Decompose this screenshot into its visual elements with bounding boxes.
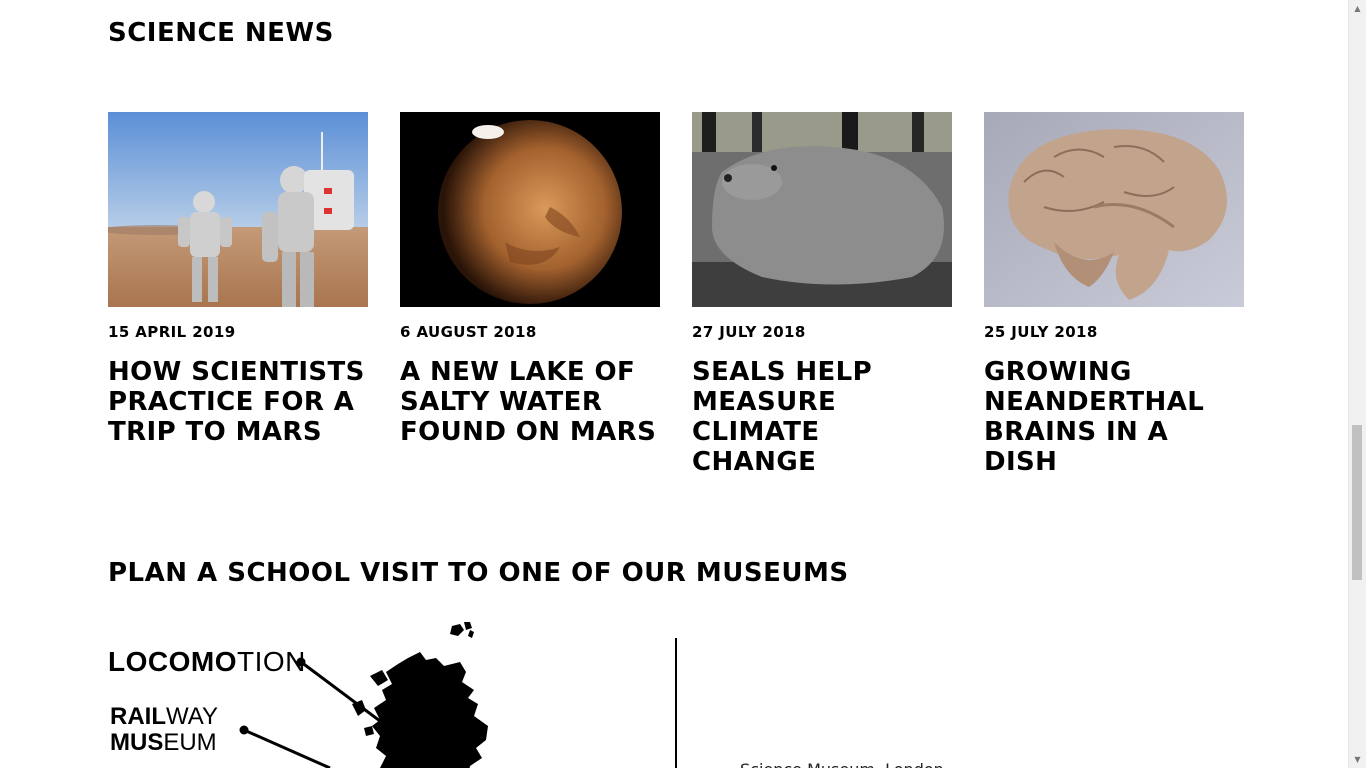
seal-image[interactable] xyxy=(692,112,952,307)
locomotion-light: TION xyxy=(237,646,306,677)
museum-bold: MUS xyxy=(110,729,164,756)
page-scrollbar[interactable]: ▲ ▼ xyxy=(1348,0,1366,768)
brain-illustration xyxy=(984,112,1244,307)
news-date: 6 AUGUST 2018 xyxy=(400,323,537,341)
section-divider xyxy=(675,638,677,768)
railway-bold: RAIL xyxy=(110,703,166,730)
news-headline[interactable]: GROWING NEANDERTHAL BRAINS IN A DISH xyxy=(984,357,1244,477)
seal-illustration xyxy=(692,112,952,307)
news-headline[interactable]: SEALS HELP MEASURE CLIMATE CHANGE xyxy=(692,357,952,477)
railway-museum-logo[interactable]: RAILWAY MUSEUM xyxy=(110,704,218,756)
science-news-title: SCIENCE NEWS xyxy=(108,18,334,48)
scrollbar-thumb[interactable] xyxy=(1352,425,1362,580)
news-card[interactable]: 6 AUGUST 2018 A NEW LAKE OF SALTY WATER … xyxy=(400,112,660,447)
brain-image[interactable] xyxy=(984,112,1244,307)
mars-image[interactable] xyxy=(400,112,660,307)
news-date: 25 JULY 2018 xyxy=(984,323,1098,341)
news-date: 15 APRIL 2019 xyxy=(108,323,236,341)
news-headline[interactable]: HOW SCIENTISTS PRACTICE FOR A TRIP TO MA… xyxy=(108,357,368,447)
locomotion-bold: LOCOMO xyxy=(108,646,237,677)
page: SCIENCE NEWS 15 APRIL 2019 HOW SCIENTIST… xyxy=(0,0,1366,768)
news-headline[interactable]: A NEW LAKE OF SALTY WATER FOUND ON MARS xyxy=(400,357,660,447)
astronauts-illustration xyxy=(108,112,368,307)
railway-light: WAY xyxy=(166,703,218,730)
news-card[interactable]: 27 JULY 2018 SEALS HELP MEASURE CLIMATE … xyxy=(692,112,952,477)
news-card[interactable]: 15 APRIL 2019 HOW SCIENTISTS PRACTICE FO… xyxy=(108,112,368,447)
museum-light: EUM xyxy=(163,729,217,756)
museum-description-text: Science Museum, London xyxy=(740,760,944,768)
scroll-up-icon[interactable]: ▲ xyxy=(1349,0,1366,17)
news-card[interactable]: 25 JULY 2018 GROWING NEANDERTHAL BRAINS … xyxy=(984,112,1244,477)
mars-illustration xyxy=(400,112,660,307)
locomotion-logo[interactable]: LOCOMOTION xyxy=(108,648,306,676)
astronauts-image[interactable] xyxy=(108,112,368,307)
news-date: 27 JULY 2018 xyxy=(692,323,806,341)
scroll-down-icon[interactable]: ▼ xyxy=(1349,751,1366,768)
plan-visit-title: PLAN A SCHOOL VISIT TO ONE OF OUR MUSEUM… xyxy=(108,558,849,588)
museum-map[interactable]: LOCOMOTION RAILWAY MUSEUM xyxy=(108,618,528,768)
